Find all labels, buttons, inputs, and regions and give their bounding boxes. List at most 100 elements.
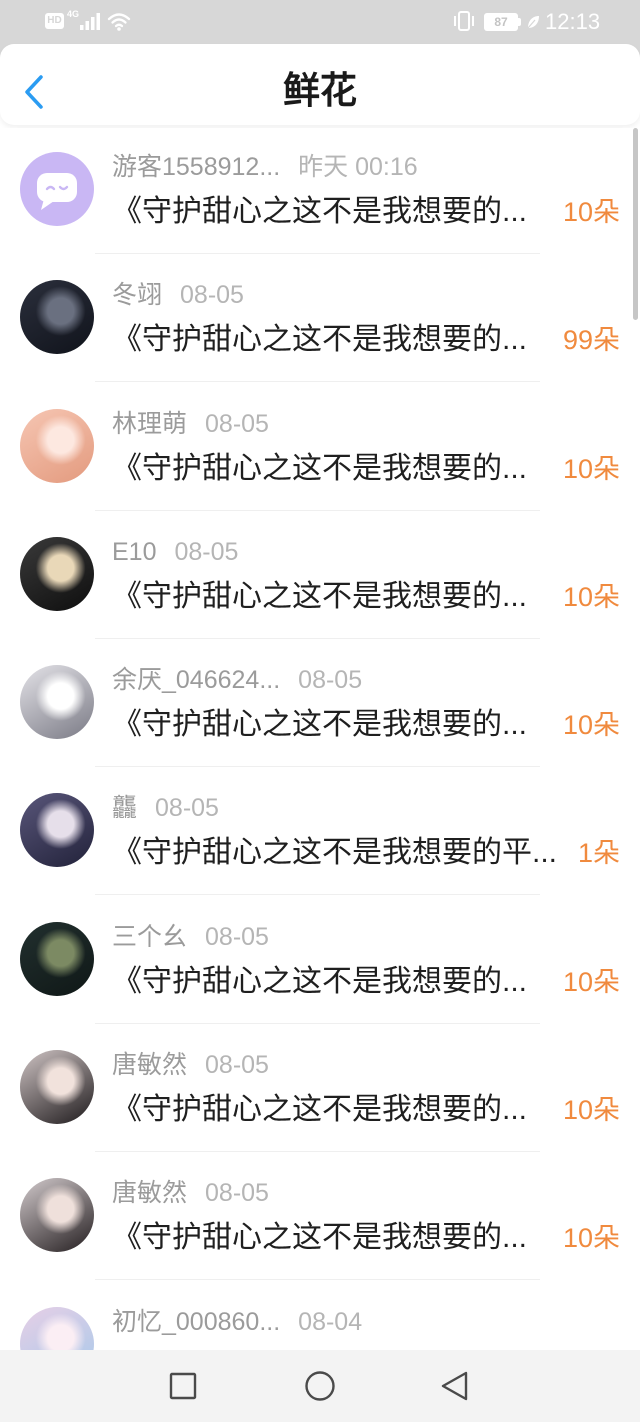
book-title: 《守护甜心之这不是我想要的... [112, 579, 528, 613]
user-avatar[interactable] [20, 793, 94, 868]
book-title: 《守护甜心之这不是我想要的... [112, 195, 528, 228]
flower-record-item[interactable]: 游客1558912... 昨天 00:16 《守护甜心之这不是我想要的... 1… [0, 128, 640, 256]
gift-time: 08-05 [174, 537, 239, 566]
record-content: 《守护甜心之这不是我想要的... 99朵 [112, 320, 620, 360]
username: 冬翊 [112, 281, 163, 310]
flower-record-item[interactable]: 龘 08-05 《守护甜心之这不是我想要的平... 1朵 [0, 769, 640, 897]
divider [95, 509, 540, 511]
flower-record-item[interactable]: 唐敏然 08-05 《守护甜心之这不是我想要的... 10朵 [0, 1026, 640, 1154]
user-avatar[interactable] [20, 1050, 94, 1125]
record-meta: 唐敏然 08-05 [112, 1050, 269, 1080]
divider [95, 1151, 540, 1153]
flower-amount: 99朵 [562, 325, 620, 356]
gift-time: 08-05 [205, 409, 269, 438]
app-header: 鲜花 [0, 44, 640, 125]
vibrate-icon [454, 11, 474, 31]
flower-record-item[interactable]: 余厌_046624... 08-05 《守护甜心之这不是我想要的... 10朵 [0, 641, 640, 769]
username: 林理萌 [112, 409, 188, 438]
record-meta: 龘 08-05 [112, 793, 219, 823]
gift-time: 08-05 [205, 1051, 269, 1080]
user-avatar[interactable] [20, 921, 94, 996]
divider [95, 766, 540, 768]
status-time: 12:13 [545, 9, 601, 34]
user-avatar[interactable] [20, 152, 94, 226]
flower-record-item[interactable]: 唐敏然 08-05 《守护甜心之这不是我想要的... 10朵 [0, 1154, 640, 1282]
gift-time: 08-05 [205, 1179, 269, 1208]
flower-amount: 10朵 [562, 710, 620, 741]
gift-time: 08-05 [205, 922, 269, 951]
divider [95, 894, 540, 896]
battery-tip [518, 18, 521, 26]
record-meta: 林理萌 08-05 [112, 409, 269, 439]
scrollbar[interactable] [633, 128, 638, 320]
gift-time: 昨天 00:16 [298, 153, 418, 181]
record-content: 《守护甜心之这不是我想要的... 10朵 [112, 449, 620, 489]
hd-badge: HD [45, 13, 64, 29]
book-title: 《守护甜心之这不是我想要的... [112, 964, 528, 998]
flower-record-item[interactable]: E10 08-05 《守护甜心之这不是我想要的... 10朵 [0, 513, 640, 641]
user-avatar[interactable] [20, 536, 94, 611]
book-title: 《守护甜心之这不是我想要的... [112, 1221, 528, 1255]
flower-record-item[interactable]: 初忆_000860... 08-04 [0, 1283, 640, 1350]
book-title: 《守护甜心之这不是我想要的... [112, 708, 528, 742]
eco-leaf-icon [527, 16, 539, 29]
book-title: 《守护甜心之这不是我想要的平... [112, 836, 558, 870]
user-avatar[interactable] [20, 1178, 94, 1253]
username: 游客1558912... [112, 153, 281, 181]
flower-record-item[interactable]: 三个幺 08-05 《守护甜心之这不是我想要的... 10朵 [0, 898, 640, 1026]
gift-time: 08-05 [155, 794, 219, 823]
book-title: 《守护甜心之这不是我想要的... [112, 323, 528, 357]
flower-amount: 10朵 [562, 453, 620, 484]
record-content: 《守护甜心之这不是我想要的... 10朵 [112, 1090, 620, 1130]
flower-record-list[interactable]: 游客1558912... 昨天 00:16 《守护甜心之这不是我想要的... 1… [0, 128, 640, 1350]
gift-time: 08-05 [180, 281, 244, 310]
record-meta: 初忆_000860... 08-04 [112, 1307, 362, 1337]
divider [95, 1022, 540, 1024]
divider [95, 1279, 540, 1281]
record-meta: 余厌_046624... 08-05 [112, 665, 362, 695]
username: 初忆_000860... [112, 1307, 281, 1336]
flower-amount: 10朵 [562, 1223, 620, 1254]
flower-amount: 10朵 [562, 197, 620, 227]
user-avatar[interactable] [20, 1306, 94, 1350]
gift-time: 08-04 [298, 1307, 363, 1336]
record-meta: 游客1558912... 昨天 00:16 [112, 152, 418, 182]
network-type-label: 4G [67, 9, 80, 19]
signal-icon [80, 13, 100, 30]
battery-icon: 87 [484, 13, 521, 31]
flower-amount: 10朵 [562, 966, 620, 997]
record-meta: 冬翊 08-05 [112, 280, 244, 310]
divider [95, 253, 540, 254]
record-content: 《守护甜心之这不是我想要的... 10朵 [112, 192, 620, 232]
record-meta: E10 08-05 [112, 537, 238, 567]
book-title: 《守护甜心之这不是我想要的... [112, 451, 528, 485]
record-content: 《守护甜心之这不是我想要的平... 1朵 [112, 833, 620, 873]
home-icon[interactable] [304, 1370, 336, 1402]
record-meta: 三个幺 08-05 [112, 922, 269, 952]
record-content: 《守护甜心之这不是我想要的... 10朵 [112, 1218, 620, 1258]
wifi-icon [107, 13, 131, 31]
flower-amount: 10朵 [562, 581, 620, 612]
user-avatar[interactable] [20, 280, 94, 355]
battery-level: 87 [494, 15, 508, 29]
system-navigation-bar [0, 1350, 640, 1422]
book-title: 《守护甜心之这不是我想要的... [112, 1093, 528, 1127]
username: E10 [112, 537, 157, 566]
user-avatar[interactable] [20, 665, 94, 740]
flower-record-item[interactable]: 冬翊 08-05 《守护甜心之这不是我想要的... 99朵 [0, 256, 640, 384]
username: 余厌_046624... [112, 666, 281, 695]
chat-bubble-icon [37, 173, 77, 210]
username: 唐敏然 [112, 1051, 188, 1080]
record-content: 《守护甜心之这不是我想要的... 10朵 [112, 705, 620, 745]
flower-record-item[interactable]: 林理萌 08-05 《守护甜心之这不是我想要的... 10朵 [0, 385, 640, 513]
user-avatar[interactable] [20, 408, 94, 483]
username: 三个幺 [112, 922, 188, 951]
record-content: 《守护甜心之这不是我想要的... 10朵 [112, 962, 620, 1002]
record-meta: 唐敏然 08-05 [112, 1178, 269, 1208]
recent-apps-icon[interactable] [167, 1370, 199, 1402]
record-content: 《守护甜心之这不是我想要的... 10朵 [112, 577, 620, 617]
flower-amount: 10朵 [562, 1095, 620, 1126]
gift-time: 08-05 [298, 666, 363, 695]
back-triangle-icon[interactable] [439, 1370, 471, 1402]
username: 龘 [112, 794, 138, 823]
